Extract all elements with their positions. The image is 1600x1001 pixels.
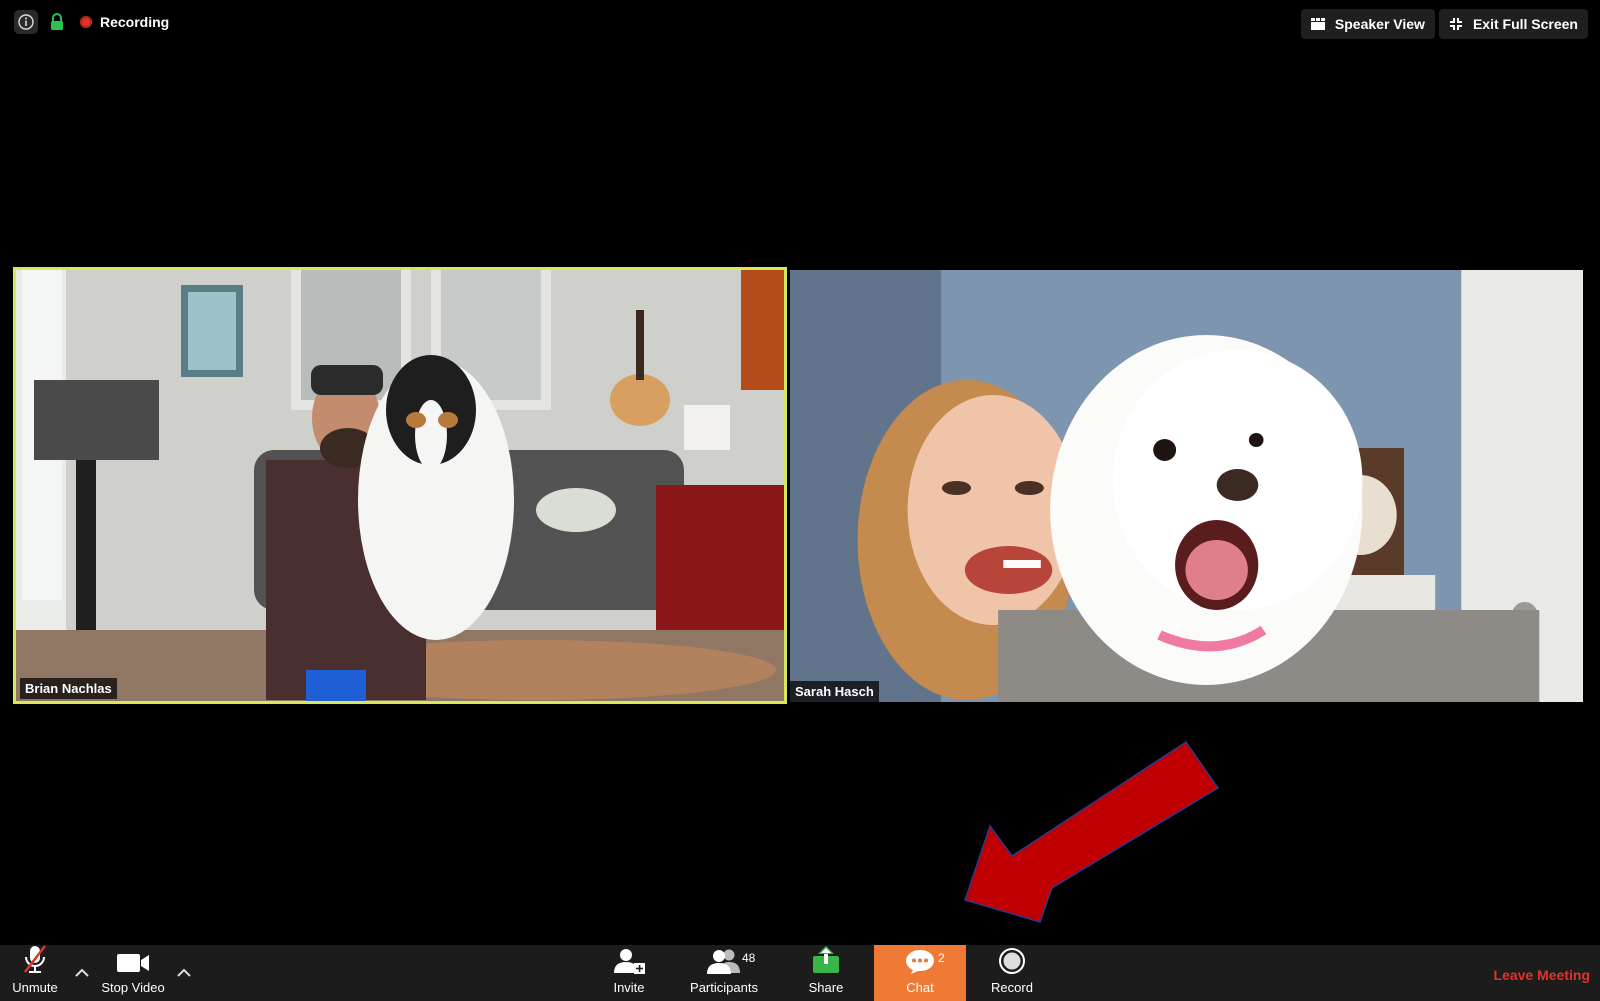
record-label: Record bbox=[991, 980, 1033, 995]
participant-name-tag: Brian Nachlas bbox=[20, 678, 117, 699]
info-icon[interactable] bbox=[14, 10, 38, 34]
stop-video-button[interactable]: Stop Video bbox=[96, 945, 170, 1001]
speaker-view-icon bbox=[1310, 18, 1325, 30]
speaker-view-label: Speaker View bbox=[1334, 16, 1425, 32]
invite-label: Invite bbox=[613, 980, 645, 995]
chat-label: Chat bbox=[906, 980, 934, 995]
audio-options-chevron-up-icon[interactable] bbox=[73, 963, 91, 981]
recording-indicator-icon bbox=[80, 16, 92, 28]
invite-button[interactable]: Invite bbox=[604, 945, 654, 1001]
share-button[interactable]: Share bbox=[804, 945, 848, 1001]
add-user-icon bbox=[612, 948, 646, 977]
chat-button[interactable]: 2 Chat bbox=[874, 945, 966, 1001]
leave-meeting-button[interactable]: Leave Meeting bbox=[1494, 967, 1590, 983]
speaker-view-button[interactable]: Speaker View bbox=[1300, 9, 1435, 39]
chat-bubble-icon bbox=[905, 948, 935, 977]
exit-full-screen-button[interactable]: Exit Full Screen bbox=[1438, 9, 1588, 39]
view-controls: Speaker View Exit Full Screen bbox=[1300, 9, 1588, 39]
record-button[interactable]: Record bbox=[988, 945, 1036, 1001]
unmute-button[interactable]: Unmute bbox=[8, 945, 62, 1001]
video-options-chevron-up-icon[interactable] bbox=[175, 963, 193, 981]
record-icon bbox=[999, 948, 1025, 977]
share-label: Share bbox=[808, 980, 844, 995]
participants-label: Participants bbox=[690, 980, 758, 995]
exit-full-screen-label: Exit Full Screen bbox=[1472, 16, 1578, 32]
participants-count-badge: 48 bbox=[742, 951, 756, 965]
video-feed-image bbox=[790, 270, 1583, 702]
exit-full-screen-icon bbox=[1449, 18, 1462, 30]
video-feed-image bbox=[16, 270, 784, 701]
muted-microphone-icon bbox=[22, 944, 48, 977]
participants-icon bbox=[706, 948, 742, 977]
recording-label: Recording bbox=[100, 14, 170, 30]
meeting-status-bar: Recording bbox=[14, 10, 169, 34]
video-camera-icon bbox=[116, 952, 150, 977]
annotation-arrow-icon bbox=[964, 740, 1220, 923]
unmute-label: Unmute bbox=[12, 980, 58, 995]
participants-button[interactable]: 48 Participants bbox=[684, 945, 764, 1001]
lock-icon[interactable] bbox=[48, 11, 66, 33]
stop-video-label: Stop Video bbox=[101, 980, 165, 995]
video-tile-brian[interactable]: Brian Nachlas bbox=[13, 267, 787, 704]
participant-name-tag: Sarah Hasch bbox=[790, 681, 879, 702]
video-tile-sarah[interactable]: Sarah Hasch bbox=[790, 270, 1583, 702]
meeting-toolbar: Unmute Stop Video Invite 48 Participants… bbox=[0, 945, 1600, 1001]
share-screen-icon bbox=[811, 946, 841, 977]
chat-unread-badge: 2 bbox=[938, 951, 945, 965]
